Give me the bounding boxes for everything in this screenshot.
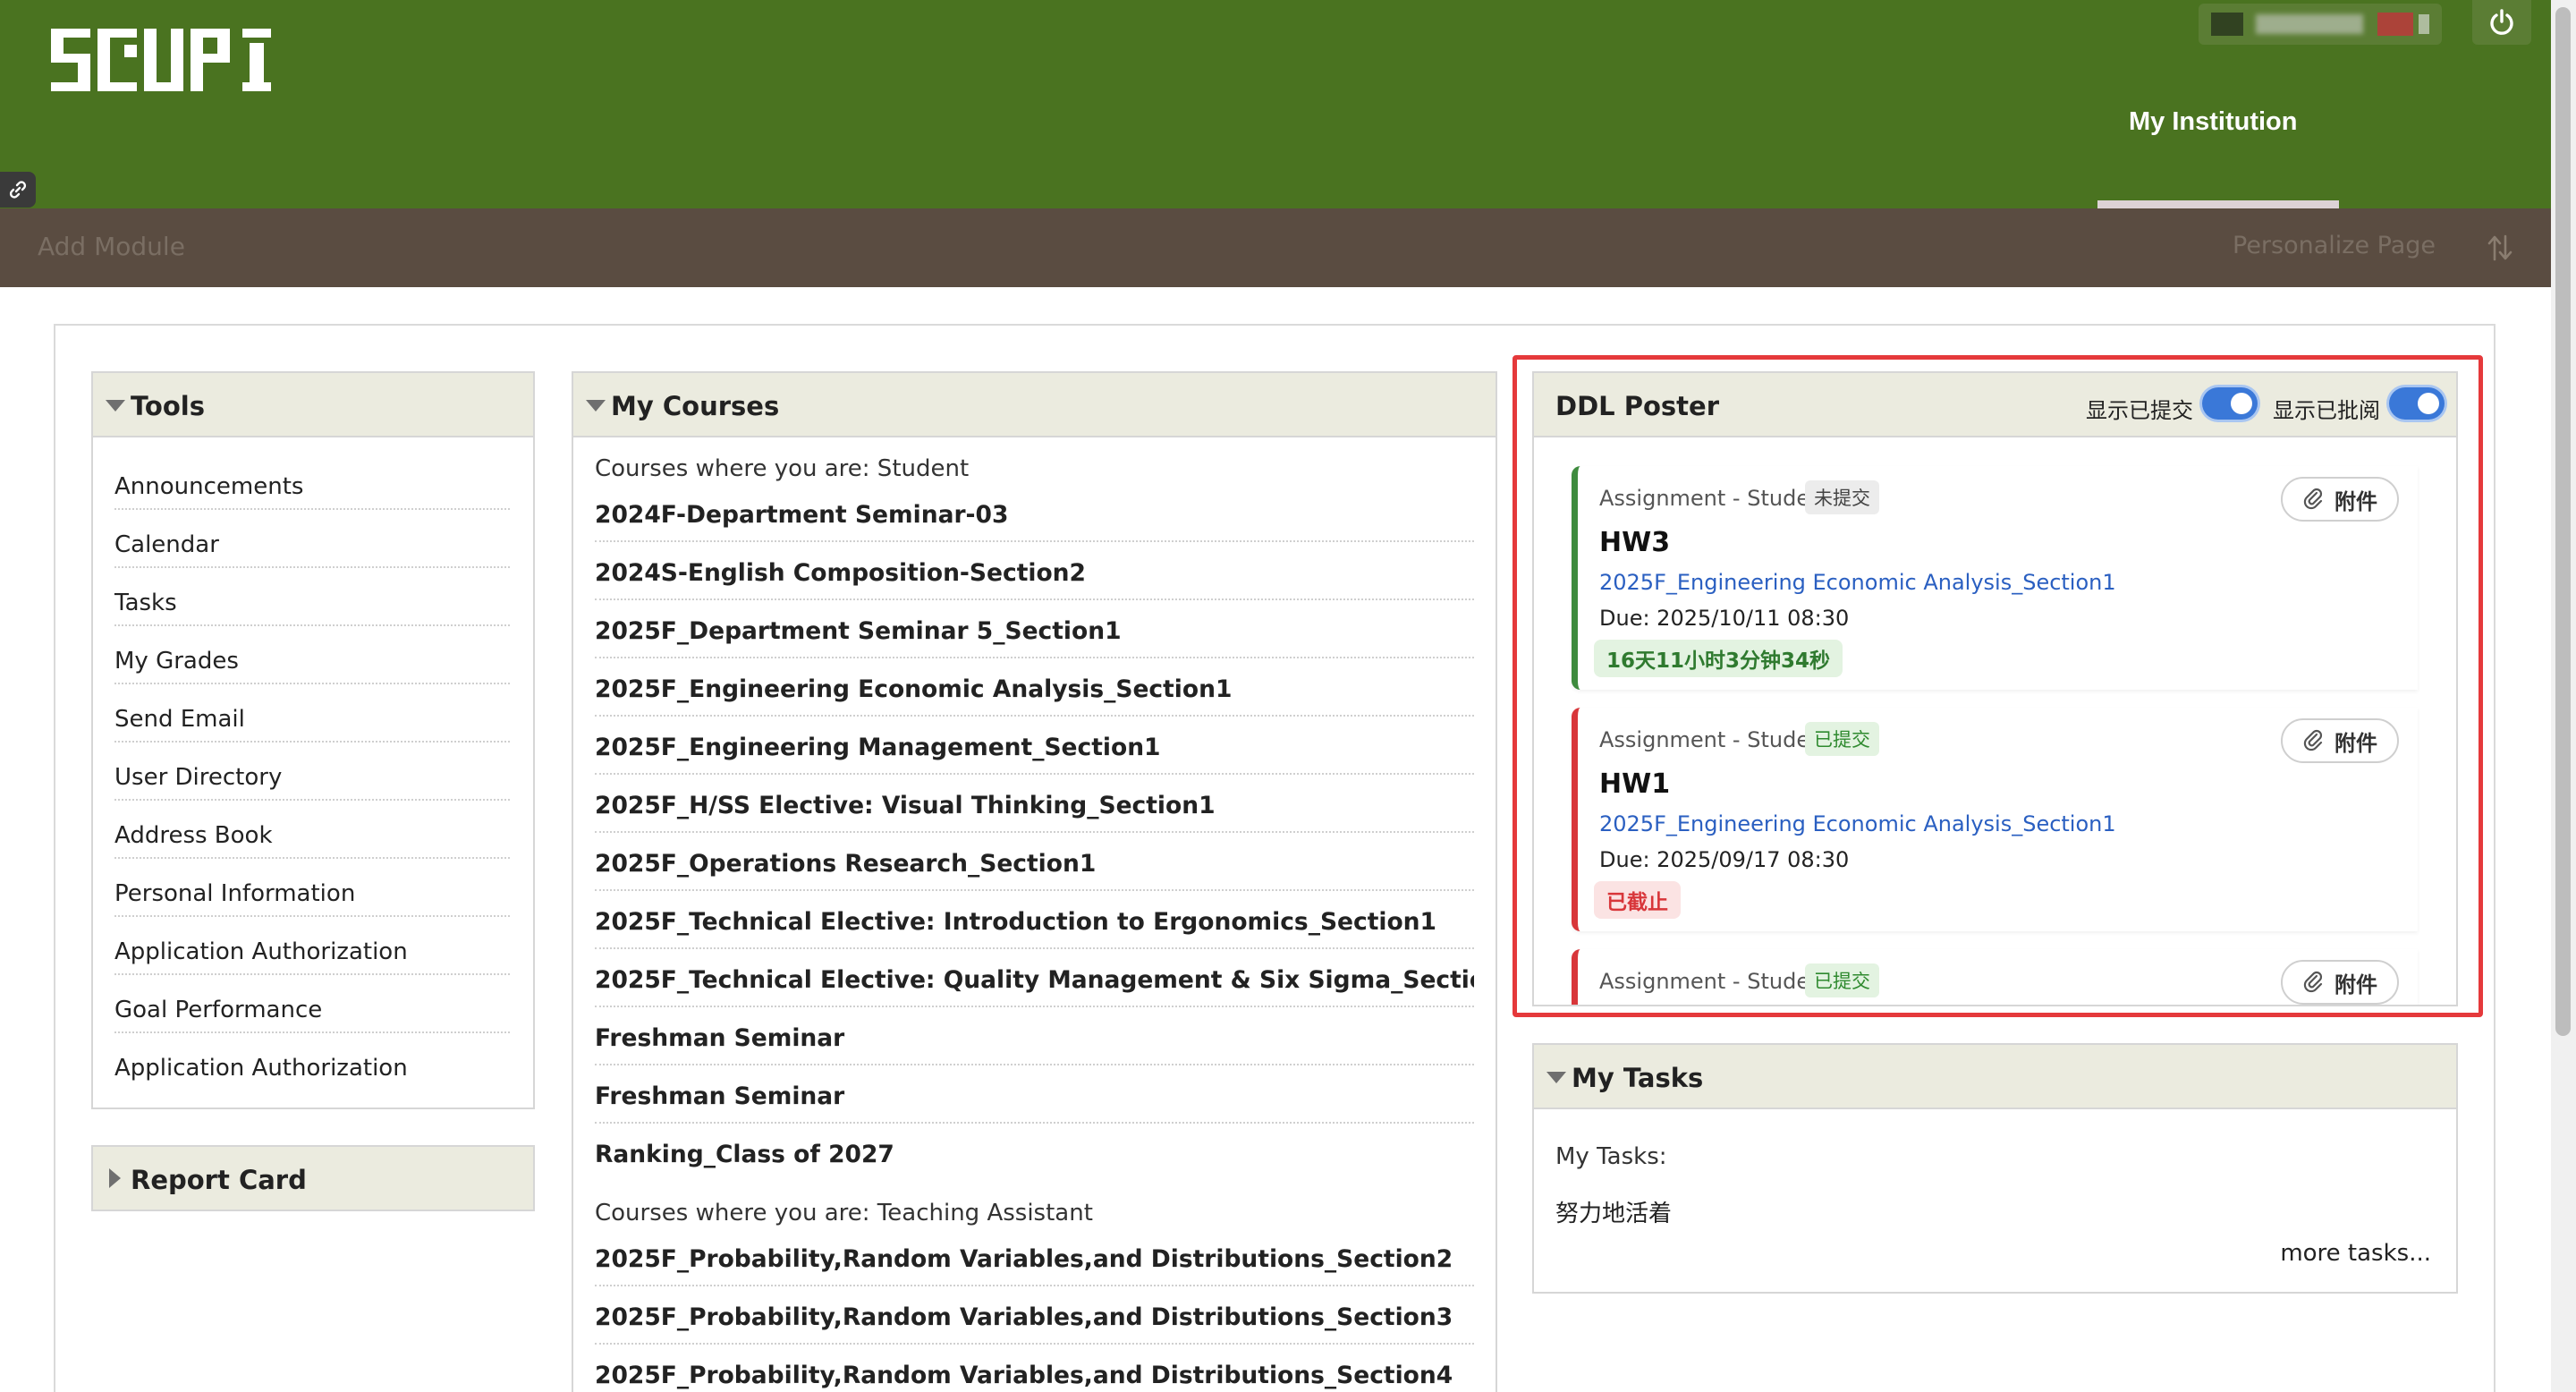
course-link[interactable]: 2025F_Engineering Management_Section1: [595, 717, 1474, 775]
tools-item-announcements[interactable]: Announcements: [114, 452, 510, 510]
status-badge: 未提交: [1805, 480, 1879, 514]
course-link[interactable]: 2025F_Probability,Random Variables,and D…: [595, 1286, 1474, 1345]
report-card-title: Report Card: [131, 1165, 307, 1195]
show-submitted-toggle[interactable]: [2202, 387, 2258, 420]
course-link[interactable]: 2024S-English Composition-Section2: [595, 542, 1474, 600]
attachment-label: 附件: [2334, 730, 2377, 756]
deadline-passed-badge: 已截止: [1594, 881, 1681, 919]
course-link[interactable]: 2025F_Probability,Random Variables,and D…: [595, 1228, 1474, 1286]
show-graded-toggle[interactable]: [2389, 387, 2445, 420]
my-tasks-header[interactable]: My Tasks: [1534, 1045, 2456, 1109]
my-tasks-title: My Tasks: [1572, 1063, 1704, 1093]
caret-blurred: [2419, 14, 2429, 34]
tools-title: Tools: [131, 391, 205, 421]
ta-role-heading: Courses where you are: Teaching Assistan…: [595, 1200, 1093, 1226]
assignment-title[interactable]: HW3: [1599, 527, 1670, 558]
tools-item-application-authorization-2[interactable]: Application Authorization: [114, 1033, 510, 1091]
course-link[interactable]: 2025F_Engineering Economic Analysis_Sect…: [595, 658, 1474, 717]
tools-list: Announcements Calendar Tasks My Grades S…: [93, 437, 533, 1091]
active-tab-indicator: [2097, 200, 2339, 208]
attachment-label: 附件: [2334, 972, 2377, 997]
badge-blurred: [2377, 13, 2413, 36]
power-icon: [2490, 9, 2513, 35]
link-icon[interactable]: [0, 172, 36, 208]
my-courses-module: My Courses Courses where you are: Studen…: [572, 371, 1497, 1392]
personalize-page-link[interactable]: Personalize Page: [2233, 232, 2436, 259]
course-link[interactable]: Freshman Seminar: [595, 1065, 1474, 1124]
course-link[interactable]: 2025F_Engineering Economic Analysis_Sect…: [1599, 570, 2116, 595]
ddl-card-list[interactable]: Assignment - Student 未提交 附件 HW3 2025F_En…: [1534, 439, 2456, 1005]
add-module-link[interactable]: Add Module: [38, 232, 185, 261]
my-tasks-label: My Tasks:: [1555, 1143, 1667, 1170]
course-link[interactable]: 2025F_Engineering Economic Analysis_Sect…: [1599, 811, 2116, 836]
card-type: Assignment - Student: [1599, 969, 1832, 994]
logout-button[interactable]: [2472, 0, 2531, 45]
student-role-heading: Courses where you are: Student: [595, 455, 970, 482]
assignment-title[interactable]: HW1: [1599, 768, 1670, 800]
course-link[interactable]: 2025F_Probability,Random Variables,and D…: [595, 1345, 1474, 1392]
ddl-card[interactable]: Assignment - Student 已提交 附件 HW1 2025F_En…: [1572, 708, 2418, 931]
more-tasks-link[interactable]: more tasks...: [2280, 1240, 2431, 1267]
attachment-button[interactable]: 附件: [2281, 477, 2399, 522]
ddl-card[interactable]: Assignment - Student 未提交 附件 HW3 2025F_En…: [1572, 466, 2418, 690]
my-courses-header[interactable]: My Courses: [573, 373, 1496, 437]
course-link[interactable]: 2025F_Technical Elective: Introduction t…: [595, 891, 1474, 949]
due-date: Due: 2025/09/17 08:30: [1599, 847, 1850, 872]
attachment-label: 附件: [2334, 488, 2377, 514]
tab-my-institution[interactable]: My Institution: [2129, 107, 2297, 137]
module-toolbar: [0, 208, 2551, 287]
tools-item-calendar[interactable]: Calendar: [114, 510, 510, 568]
collapse-icon[interactable]: [106, 400, 125, 412]
tools-item-personal-information[interactable]: Personal Information: [114, 859, 510, 917]
username-blurred: [2256, 14, 2363, 34]
ddl-poster-module: DDL Poster 显示已提交 显示已批阅 Assignment - Stud…: [1532, 371, 2458, 1006]
tools-item-my-grades[interactable]: My Grades: [114, 626, 510, 684]
show-submitted-label: 显示已提交: [2086, 398, 2193, 423]
page-scrollbar-thumb[interactable]: [2555, 7, 2571, 1036]
avatar-blurred: [2211, 13, 2243, 36]
tools-module: Tools Announcements Calendar Tasks My Gr…: [91, 371, 535, 1109]
ddl-card[interactable]: Assignment - Student 已提交 附件: [1572, 949, 2418, 1005]
expand-icon[interactable]: [109, 1168, 121, 1188]
time-remaining-badge: 16天11小时3分钟34秒: [1594, 640, 1843, 677]
paperclip-icon: [2303, 729, 2323, 751]
tools-item-send-email[interactable]: Send Email: [114, 684, 510, 743]
due-date: Due: 2025/10/11 08:30: [1599, 606, 1850, 631]
my-courses-body: Courses where you are: Student 2024F-Dep…: [573, 437, 1496, 1392]
attachment-button[interactable]: 附件: [2281, 960, 2399, 1005]
my-tasks-module: My Tasks My Tasks: 努力地活着 more tasks...: [1532, 1043, 2458, 1294]
ddl-poster-header: DDL Poster 显示已提交 显示已批阅: [1534, 373, 2456, 437]
ddl-poster-title: DDL Poster: [1555, 391, 1719, 421]
card-type: Assignment - Student: [1599, 727, 1832, 752]
status-badge: 已提交: [1805, 722, 1879, 756]
course-link[interactable]: 2025F_Technical Elective: Quality Manage…: [595, 949, 1474, 1007]
course-link[interactable]: Ranking_Class of 2027: [595, 1124, 1474, 1182]
collapse-icon[interactable]: [586, 400, 606, 412]
show-graded-label: 显示已批阅: [2273, 398, 2380, 423]
paperclip-icon: [2303, 488, 2323, 510]
card-type: Assignment - Student: [1599, 486, 1832, 511]
task-item[interactable]: 努力地活着: [1555, 1195, 1672, 1228]
course-link[interactable]: 2025F_Operations Research_Section1: [595, 833, 1474, 891]
paperclip-icon: [2303, 971, 2323, 993]
tools-item-user-directory[interactable]: User Directory: [114, 743, 510, 801]
course-link[interactable]: 2025F_Department Seminar 5_Section1: [595, 600, 1474, 658]
report-card-module[interactable]: Report Card: [91, 1145, 535, 1211]
course-link[interactable]: 2025F_H/SS Elective: Visual Thinking_Sec…: [595, 775, 1474, 833]
user-menu[interactable]: [2199, 4, 2442, 45]
my-courses-title: My Courses: [611, 391, 780, 421]
status-badge: 已提交: [1805, 963, 1879, 997]
tools-item-address-book[interactable]: Address Book: [114, 801, 510, 859]
course-link[interactable]: 2024F-Department Seminar-03: [595, 484, 1474, 542]
course-link[interactable]: Freshman Seminar: [595, 1007, 1474, 1065]
tools-item-goal-performance[interactable]: Goal Performance: [114, 975, 510, 1033]
tools-item-application-authorization[interactable]: Application Authorization: [114, 917, 510, 975]
scupi-logo[interactable]: [51, 29, 271, 95]
sort-arrows-icon[interactable]: [2487, 233, 2513, 267]
attachment-button[interactable]: 附件: [2281, 718, 2399, 763]
tools-item-tasks[interactable]: Tasks: [114, 568, 510, 626]
tools-header[interactable]: Tools: [93, 373, 533, 437]
collapse-icon[interactable]: [1546, 1072, 1566, 1083]
top-header: My Institution Courses: [0, 0, 2551, 400]
